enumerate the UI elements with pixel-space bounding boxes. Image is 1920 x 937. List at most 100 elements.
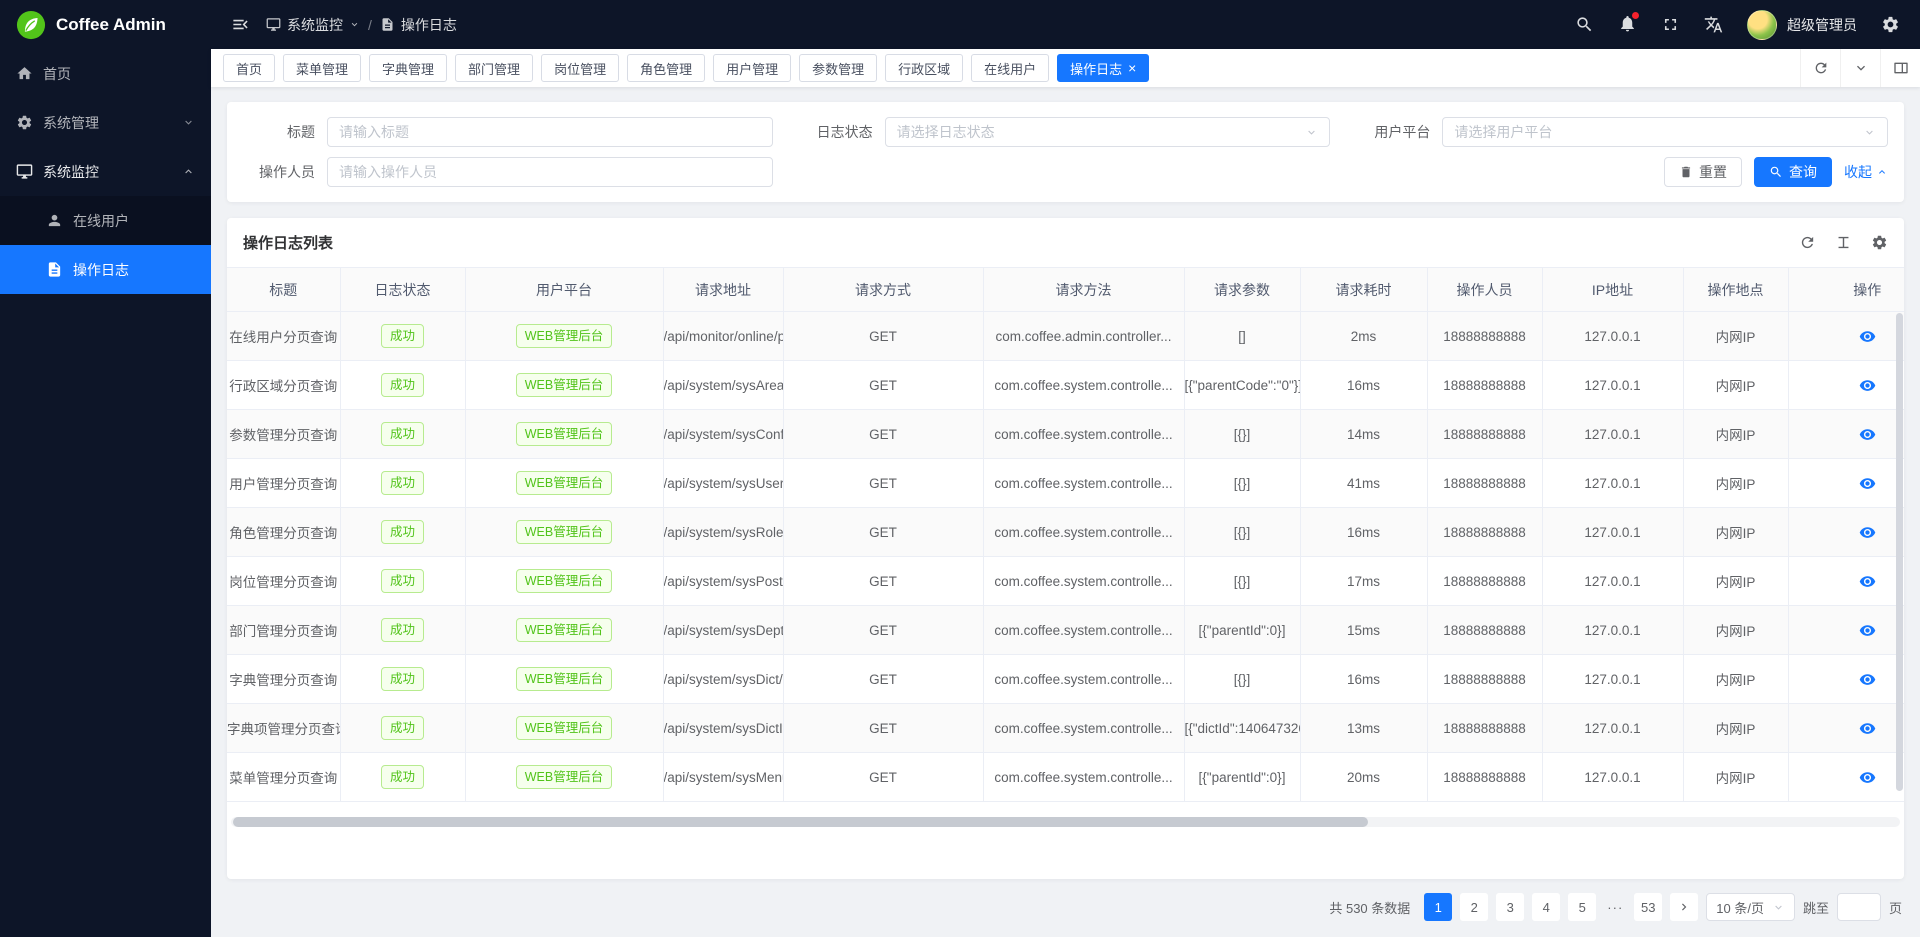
jump-label: 跳至 [1803,898,1829,917]
notifications-button[interactable] [1618,14,1637,36]
tab-close-icon[interactable]: × [1128,61,1136,75]
tab[interactable]: 字典管理 × [369,54,447,82]
fullscreen-icon[interactable] [1661,15,1680,34]
tab[interactable]: 在线用户 × [971,54,1049,82]
view-detail-button[interactable] [1859,377,1876,394]
cell-ip: 127.0.0.1 [1542,704,1683,753]
cell-actions [1788,410,1904,459]
view-detail-button[interactable] [1859,426,1876,443]
page-button[interactable]: 1 [1424,893,1452,921]
next-page-button[interactable] [1670,893,1698,921]
horizontal-scrollbar-track[interactable] [231,817,1900,827]
table-header-row: 标题 日志状态 用户平台 请求地址 请求方式 请求 [227,268,1904,312]
translate-icon[interactable] [1704,15,1723,34]
search-button[interactable]: 查询 [1754,157,1832,187]
settings-gear-icon[interactable] [1881,15,1900,34]
row-height-icon[interactable] [1835,234,1852,251]
reset-button[interactable]: 重置 [1664,157,1742,187]
cell-operator: 18888888888 [1427,753,1542,802]
chevron-down-icon [1853,60,1869,76]
cell-ip: 127.0.0.1 [1542,753,1683,802]
horizontal-scrollbar-thumb[interactable] [233,817,1368,827]
cell-duration: 16ms [1300,508,1427,557]
vertical-scrollbar[interactable] [1896,313,1903,791]
cell-request-url: /api/system/sysDict/page [663,655,783,704]
collapse-filters-button[interactable]: 收起 [1844,162,1888,182]
operator-input[interactable] [327,157,773,187]
tab[interactable]: 角色管理 × [627,54,705,82]
view-detail-button[interactable] [1859,524,1876,541]
sidebar-item-operation-log[interactable]: 操作日志 [0,245,211,294]
log-status-select[interactable]: 请选择日志状态 [885,117,1331,147]
column-header: 请求参数 [1184,268,1300,312]
status-badge: 成功 [381,422,424,446]
header-actions: 超级管理员 [1575,10,1900,40]
cell-ip: 127.0.0.1 [1542,361,1683,410]
refresh-tabs-button[interactable] [1800,49,1840,87]
view-detail-button[interactable] [1859,720,1876,737]
cell-handler: com.coffee.system.controlle... [983,361,1184,410]
cell-platform: WEB管理后台 [465,557,663,606]
cell-params: [{}] [1184,557,1300,606]
cell-ip: 127.0.0.1 [1542,312,1683,361]
view-detail-button[interactable] [1859,769,1876,786]
page-size-select[interactable]: 10 条/页 [1706,893,1795,921]
chevron-down-icon [349,19,360,30]
user-platform-select[interactable]: 请选择用户平台 [1442,117,1888,147]
refresh-icon [1813,60,1829,76]
cell-operator: 18888888888 [1427,704,1542,753]
column-settings-icon[interactable] [1871,234,1888,251]
sidebar-item-home[interactable]: 首页 [0,49,211,98]
view-detail-button[interactable] [1859,573,1876,590]
table-row: 字典项管理分页查询 成功 WEB管理后台 /api/system/sysDict… [227,704,1904,753]
pagination-ellipsis[interactable]: ··· [1604,900,1626,915]
view-detail-button[interactable] [1859,671,1876,688]
column-header: 操作 [1788,268,1904,312]
tab-options-dropdown[interactable] [1840,49,1880,87]
cell-actions [1788,312,1904,361]
breadcrumb: 系统监控 / 操作日志 [266,15,457,35]
sidebar-item-system-management[interactable]: 系统管理 [0,98,211,147]
breadcrumb-section[interactable]: 系统监控 [266,15,360,35]
tab[interactable]: 部门管理 × [455,54,533,82]
search-icon [1769,165,1783,179]
avatar [1747,10,1777,40]
cell-actions [1788,753,1904,802]
menu-fold-icon[interactable] [231,15,250,34]
cell-handler: com.coffee.system.controlle... [983,410,1184,459]
tab[interactable]: 菜单管理 × [283,54,361,82]
title-input[interactable] [327,117,773,147]
panel-toggle-button[interactable] [1880,49,1920,87]
cell-title: 字典管理分页查询 [227,655,340,704]
cell-status: 成功 [340,655,465,704]
page-button[interactable]: 2 [1460,893,1488,921]
tab[interactable]: 用户管理 × [713,54,791,82]
tab[interactable]: 岗位管理 × [541,54,619,82]
cell-ip: 127.0.0.1 [1542,410,1683,459]
view-detail-button[interactable] [1859,475,1876,492]
page-button[interactable]: 3 [1496,893,1524,921]
chevron-down-icon [1863,126,1876,139]
tab[interactable]: 行政区域 × [885,54,963,82]
sidebar-item-system-monitor[interactable]: 系统监控 [0,147,211,196]
cell-actions [1788,655,1904,704]
user-menu[interactable]: 超级管理员 [1747,10,1857,40]
cell-title: 用户管理分页查询 [227,459,340,508]
page-button[interactable]: 4 [1532,893,1560,921]
view-detail-button[interactable] [1859,328,1876,345]
sidebar-item-online-users[interactable]: 在线用户 [0,196,211,245]
view-detail-button[interactable] [1859,622,1876,639]
chevron-down-icon [182,116,195,129]
last-page-button[interactable]: 53 [1634,893,1662,921]
tab[interactable]: 首页 × [223,54,275,82]
column-header: 请求耗时 [1300,268,1427,312]
jump-page-input[interactable] [1837,893,1881,921]
refresh-table-icon[interactable] [1799,234,1816,251]
cell-duration: 17ms [1300,557,1427,606]
tab[interactable]: 操作日志 × [1057,54,1149,82]
page-button[interactable]: 5 [1568,893,1596,921]
search-icon[interactable] [1575,15,1594,34]
status-badge: 成功 [381,667,424,691]
tab[interactable]: 参数管理 × [799,54,877,82]
user-icon [46,212,63,229]
